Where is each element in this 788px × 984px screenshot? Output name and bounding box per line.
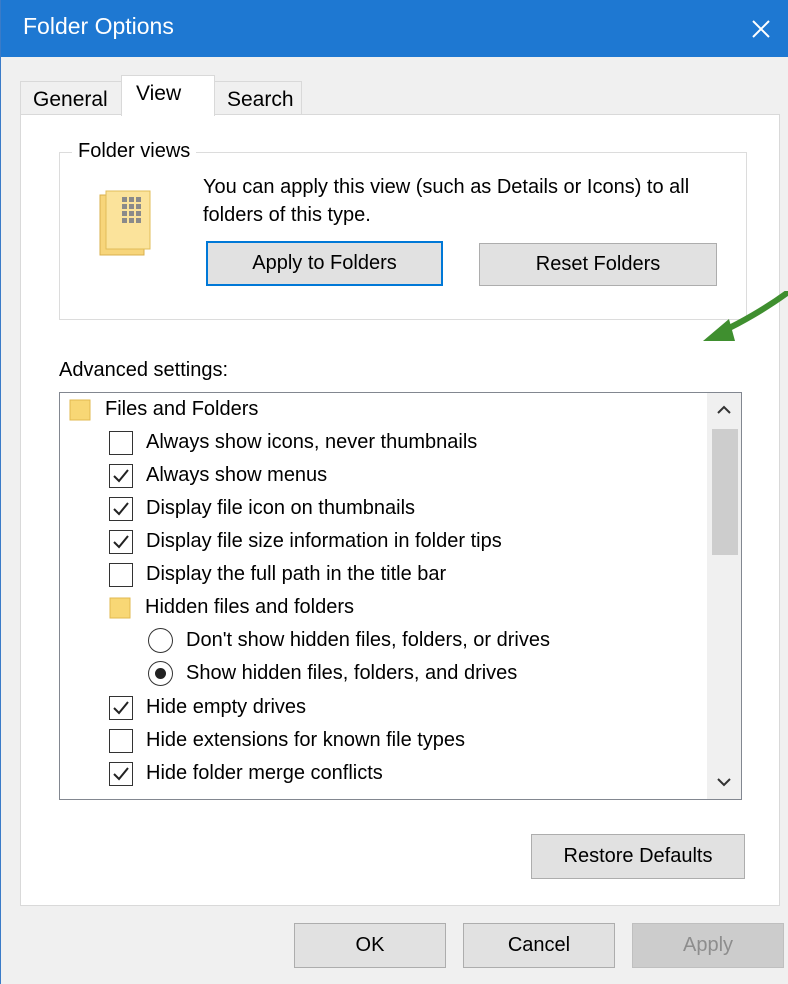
option-always-show-menus[interactable]: Always show menus [109, 459, 327, 492]
checkbox[interactable] [109, 562, 133, 587]
checkbox[interactable] [109, 761, 133, 786]
option-always-show-icons[interactable]: Always show icons, never thumbnails [109, 426, 477, 459]
option-dont-show-hidden[interactable]: Don't show hidden files, folders, or dri… [148, 624, 550, 657]
ok-button[interactable]: OK [294, 923, 446, 968]
option-label: Display file icon on thumbnails [146, 497, 416, 519]
tab-general[interactable]: General [20, 81, 122, 115]
checkbox[interactable] [109, 695, 133, 720]
advanced-settings-label: Advanced settings: [59, 359, 228, 381]
check-icon [113, 501, 129, 515]
checkbox[interactable] [109, 496, 133, 521]
apply-button[interactable]: Apply [632, 923, 784, 968]
reset-folders-button[interactable]: Reset Folders [479, 243, 717, 286]
tree-item-files-and-folders: Files and Folders [69, 393, 258, 426]
advanced-settings-list[interactable]: Files and Folders Always show icons, nev… [59, 392, 742, 800]
scroll-down-icon [717, 778, 731, 787]
scroll-up-icon [717, 405, 731, 414]
folder-views-description: You can apply this view (such as Details… [203, 176, 690, 226]
option-display-file-icon[interactable]: Display file icon on thumbnails [109, 492, 415, 525]
option-hide-merge-conflicts[interactable]: Hide folder merge conflicts [109, 757, 383, 790]
folder-icon [109, 597, 131, 618]
checkbox[interactable] [109, 529, 133, 554]
cancel-button[interactable]: Cancel [463, 923, 615, 968]
apply-to-folders-button[interactable]: Apply to Folders [206, 241, 443, 286]
option-label: Always show icons, never thumbnails [146, 431, 478, 453]
scroll-down-button[interactable] [707, 765, 741, 799]
folder-views-legend: Folder views [72, 140, 197, 163]
option-hide-extensions[interactable]: Hide extensions for known file types [109, 724, 465, 757]
folder-icon [69, 399, 91, 420]
option-label: Display the full path in the title bar [146, 563, 447, 585]
tree-item-label: Files and Folders [105, 398, 259, 420]
tree-item-label: Hidden files and folders [145, 596, 355, 618]
scroll-up-button[interactable] [707, 393, 741, 427]
option-label: Show hidden files, folders, and drives [186, 662, 518, 684]
folder-options-window: Folder Options General View Search Folde… [0, 0, 788, 984]
checkbox[interactable] [109, 463, 133, 488]
radio-button[interactable] [148, 628, 173, 653]
checkbox[interactable] [109, 728, 133, 753]
option-label: Hide empty drives [146, 696, 307, 718]
option-label: Always show menus [146, 464, 328, 486]
tab-view[interactable]: View [121, 75, 215, 116]
option-show-hidden[interactable]: Show hidden files, folders, and drives [148, 657, 517, 690]
close-button[interactable] [733, 0, 788, 57]
view-tab-panel: Folder views You can apply this view (su… [20, 114, 788, 906]
check-icon [113, 534, 129, 548]
check-icon [113, 468, 129, 482]
vertical-scrollbar[interactable] [707, 393, 741, 799]
tree-item-hidden-files: Hidden files and folders [109, 591, 354, 624]
option-display-full-path[interactable]: Display the full path in the title bar [109, 558, 446, 591]
radio-selected-dot [155, 668, 166, 679]
title-bar[interactable]: Folder Options [1, 0, 788, 57]
check-icon [113, 766, 129, 780]
pointer-arrow-icon [703, 291, 788, 341]
tab-search[interactable]: Search [214, 81, 302, 115]
option-label: Display file size information in folder … [146, 530, 502, 552]
tab-strip: General View Search [20, 75, 780, 116]
folder-view-icon [99, 190, 151, 256]
option-label: Don't show hidden files, folders, or dri… [186, 629, 550, 651]
option-hide-empty-drives[interactable]: Hide empty drives [109, 691, 306, 724]
close-icon [752, 19, 770, 38]
option-display-file-size[interactable]: Display file size information in folder … [109, 525, 502, 558]
restore-defaults-button[interactable]: Restore Defaults [531, 834, 745, 879]
radio-button[interactable] [148, 661, 173, 686]
window-title: Folder Options [23, 13, 174, 39]
check-icon [113, 700, 129, 714]
checkbox[interactable] [109, 430, 133, 455]
option-label: Hide extensions for known file types [146, 729, 466, 751]
folder-views-group: Folder views You can apply this view (su… [59, 140, 747, 320]
option-label: Hide folder merge conflicts [146, 762, 383, 784]
scrollbar-thumb[interactable] [712, 429, 738, 555]
